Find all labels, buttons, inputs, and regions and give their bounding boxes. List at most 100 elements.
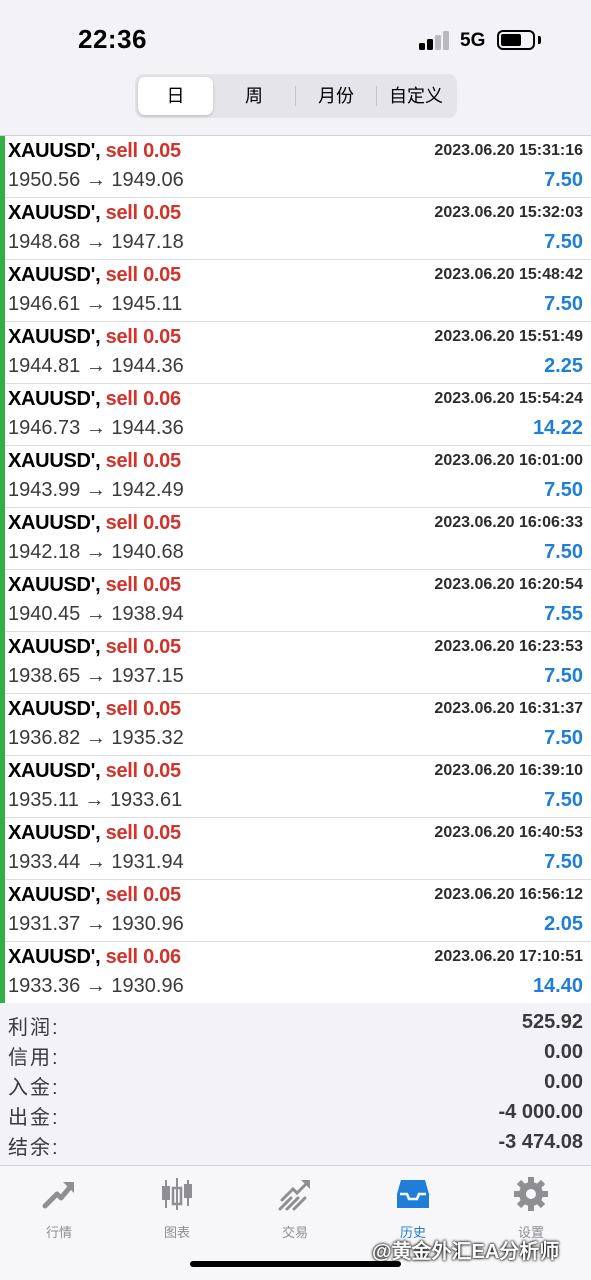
- deal-time: 2023.06.20 15:31:16: [434, 142, 583, 159]
- deal-type: sell: [105, 264, 138, 286]
- deal-close-price: 1949.06: [111, 169, 184, 191]
- arrow-right-icon: →: [80, 851, 112, 873]
- tab-quotes[interactable]: 行情: [0, 1174, 118, 1244]
- deal-close-price: 1944.36: [111, 417, 184, 439]
- segment-week[interactable]: 周: [215, 77, 293, 115]
- deal-row[interactable]: XAUUSD', sell 0.05 2023.06.20 16:01:00 194…: [0, 446, 591, 508]
- segment-custom[interactable]: 自定义: [377, 77, 455, 115]
- summary-value: 0.00: [544, 1071, 583, 1093]
- deal-type: sell: [105, 884, 138, 906]
- deal-row[interactable]: XAUUSD', sell 0.05 2023.06.20 15:48:42 194…: [0, 260, 591, 322]
- summary-row: 信用: 0.00: [0, 1039, 591, 1069]
- deal-symbol: XAUUSD': [8, 264, 96, 286]
- deal-prices: 1938.65 → 1937.15: [8, 665, 184, 688]
- status-time: 22:36: [78, 24, 147, 54]
- deal-profit: 14.22: [532, 417, 583, 439]
- tab-trade[interactable]: 交易: [236, 1174, 354, 1244]
- deal-type: sell: [105, 140, 138, 162]
- deal-open-price: 1944.81: [8, 355, 81, 377]
- deal-separator: ,: [95, 698, 106, 720]
- deal-close-price: 1935.32: [111, 727, 184, 749]
- deal-open-price: 1933.36: [8, 975, 81, 997]
- deal-direction-stripe: [0, 136, 5, 198]
- arrow-right-icon: →: [80, 541, 112, 563]
- tab-label: 交易: [281, 1225, 308, 1240]
- deal-symbol-line: XAUUSD', sell 0.05: [8, 140, 181, 163]
- deal-direction-stripe: [0, 508, 5, 570]
- deal-prices: 1933.44 → 1931.94: [8, 851, 184, 874]
- summary-label: 出金:: [8, 1107, 60, 1129]
- deal-type: sell: [105, 326, 138, 348]
- cellular-signal-icon: [419, 30, 451, 50]
- deal-type: sell: [105, 822, 138, 844]
- deal-separator: ,: [95, 574, 106, 596]
- summary-row: 出金: -4 000.00: [0, 1099, 591, 1129]
- deal-type: sell: [105, 388, 138, 410]
- deal-symbol: XAUUSD': [8, 636, 96, 658]
- deal-direction-stripe: [0, 446, 5, 508]
- deal-time: 2023.06.20 16:23:53: [434, 638, 583, 655]
- deal-row[interactable]: XAUUSD', sell 0.05 2023.06.20 16:20:54 194…: [0, 570, 591, 632]
- deal-separator: ,: [95, 884, 106, 906]
- deal-row[interactable]: XAUUSD', sell 0.05 2023.06.20 16:31:37 193…: [0, 694, 591, 756]
- tab-chart[interactable]: 图表: [118, 1174, 236, 1244]
- summary-value: 525.92: [521, 1011, 583, 1033]
- deal-row[interactable]: XAUUSD', sell 0.05 2023.06.20 16:39:10 193…: [0, 756, 591, 818]
- deal-time: 2023.06.20 16:20:54: [434, 576, 583, 593]
- deal-profit: 7.50: [544, 541, 583, 563]
- deal-close-price: 1944.36: [111, 355, 184, 377]
- deal-profit: 7.50: [544, 665, 583, 687]
- tab-settings[interactable]: 设置: [472, 1174, 590, 1244]
- deal-open-price: 1938.65: [8, 665, 81, 687]
- deal-row[interactable]: XAUUSD', sell 0.05 2023.06.20 16:23:53 193…: [0, 632, 591, 694]
- deal-row[interactable]: XAUUSD', sell 0.05 2023.06.20 16:06:33 194…: [0, 508, 591, 570]
- segment-day[interactable]: 日: [138, 77, 213, 115]
- home-indicator[interactable]: [190, 1261, 401, 1267]
- deal-direction-stripe: [0, 756, 5, 818]
- period-segmented-control: 日 周 月份 自定义: [135, 74, 457, 118]
- deal-close-price: 1947.18: [111, 231, 184, 253]
- segment-month[interactable]: 月份: [297, 77, 375, 115]
- deal-open-price: 1931.37: [8, 913, 81, 935]
- deal-row[interactable]: XAUUSD', sell 0.06 2023.06.20 17:10:51 193…: [0, 942, 591, 1004]
- deal-separator: ,: [95, 946, 106, 968]
- deal-time: 2023.06.20 16:01:00: [434, 452, 583, 469]
- deal-row[interactable]: XAUUSD', sell 0.05 2023.06.20 15:51:49 194…: [0, 322, 591, 384]
- deal-volume: 0.06: [143, 388, 181, 410]
- deal-row[interactable]: XAUUSD', sell 0.05 2023.06.20 15:31:16 195…: [0, 136, 591, 198]
- deal-direction-stripe: [0, 198, 5, 260]
- deal-row[interactable]: XAUUSD', sell 0.05 2023.06.20 16:56:12 193…: [0, 880, 591, 942]
- tab-history[interactable]: 历史: [354, 1174, 472, 1244]
- deal-row[interactable]: XAUUSD', sell 0.05 2023.06.20 15:32:03 194…: [0, 198, 591, 260]
- deal-prices: 1944.81 → 1944.36: [8, 355, 184, 378]
- battery-tip: [538, 36, 541, 44]
- arrow-right-icon: →: [80, 169, 112, 191]
- deal-separator: ,: [95, 512, 106, 534]
- deal-time: 2023.06.20 16:06:33: [434, 514, 583, 531]
- arrow-right-icon: →: [80, 293, 112, 315]
- deal-direction-stripe: [0, 694, 5, 756]
- deal-row[interactable]: XAUUSD', sell 0.05 2023.06.20 16:40:53 193…: [0, 818, 591, 880]
- deal-symbol: XAUUSD': [8, 512, 96, 534]
- summary-label: 利润:: [8, 1017, 60, 1039]
- summary-label: 结余:: [8, 1137, 60, 1159]
- deal-open-price: 1948.68: [8, 231, 81, 253]
- summary-label: 信用:: [8, 1047, 60, 1069]
- watermark: @黄金外汇EA分析师: [372, 1241, 560, 1263]
- deal-separator: ,: [95, 822, 106, 844]
- deal-open-price: 1935.11: [8, 789, 79, 811]
- quotes-icon: [41, 1176, 77, 1212]
- deal-history-list[interactable]: XAUUSD', sell 0.05 2023.06.20 15:31:16 195…: [0, 135, 591, 1004]
- deal-row[interactable]: XAUUSD', sell 0.06 2023.06.20 15:54:24 194…: [0, 384, 591, 446]
- deal-type: sell: [105, 512, 138, 534]
- deal-symbol-line: XAUUSD', sell 0.06: [8, 946, 181, 969]
- deal-profit: 7.50: [544, 169, 583, 191]
- deal-volume: 0.05: [143, 822, 181, 844]
- deal-volume: 0.05: [143, 512, 181, 534]
- settings-icon: [513, 1176, 549, 1212]
- network-type: 5G: [460, 30, 486, 51]
- deal-close-price: 1933.61: [109, 789, 183, 811]
- deal-open-price: 1933.44: [8, 851, 81, 873]
- deal-symbol: XAUUSD': [8, 202, 96, 224]
- summary-label: 入金:: [8, 1077, 60, 1099]
